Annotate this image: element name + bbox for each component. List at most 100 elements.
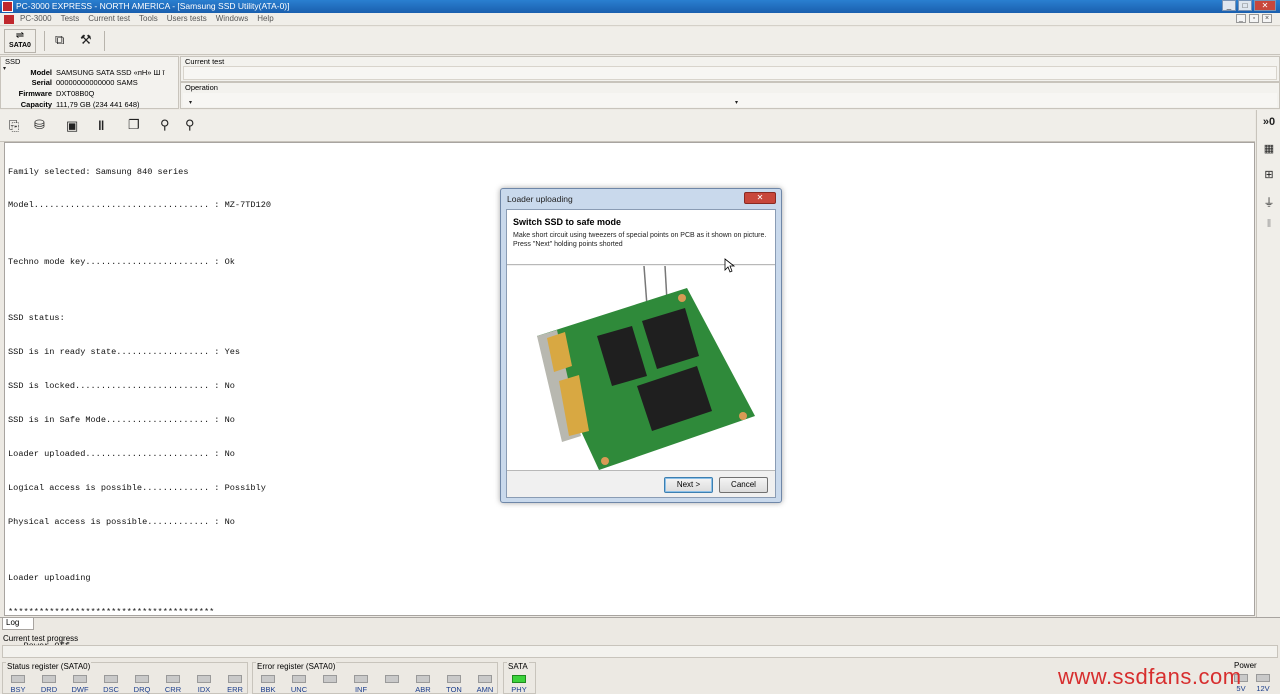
menu-pc3000[interactable]: PC-3000 (20, 14, 52, 23)
save-icon[interactable]: ▣ (66, 119, 78, 133)
dialog-heading: Switch SSD to safe mode (513, 217, 622, 227)
error-led (323, 675, 337, 683)
menu-current-test[interactable]: Current test (88, 14, 130, 23)
toolbar-separator (44, 31, 45, 51)
tab-log[interactable]: Log (2, 618, 34, 630)
status-led-label: DRQ (133, 685, 151, 694)
tab-strip (0, 617, 1280, 618)
open-icon[interactable]: ⎘ (9, 119, 19, 133)
ssd-serial-row: Serial 00000000000000 SAMS (1, 78, 138, 87)
menu-bar: PC-3000 Tests Current test Tools Users t… (0, 13, 1280, 26)
mdi-minimize-button[interactable]: _ (1236, 14, 1246, 23)
error-led (261, 675, 275, 683)
log-line: Physical access is possible............ … (8, 516, 235, 527)
ssd-model-value: SAMSUNG SATA SSD «пН» Ш ī (56, 68, 165, 77)
error-led-label: TON (446, 685, 462, 694)
chip-icon[interactable]: ▦ (1259, 142, 1279, 155)
menu-windows[interactable]: Windows (216, 14, 248, 23)
pause-icon[interactable]: ǁ (98, 119, 104, 133)
log-text: Family selected: Samsung 840 series Mode… (8, 144, 271, 675)
error-led (478, 675, 492, 683)
error-led (385, 675, 399, 683)
power-led-label: 12V (1256, 684, 1270, 693)
app-icon (2, 1, 13, 12)
status-led-label: DRD (40, 685, 58, 694)
log-line: SSD is locked.......................... … (8, 381, 235, 392)
status-led-label: CRR (164, 685, 182, 694)
ssd-serial-key: Serial (31, 78, 52, 87)
status-led (166, 675, 180, 683)
sata-port-label: SATA0 (9, 42, 31, 49)
tweezer-wire (643, 265, 648, 307)
log-line: SSD status: (8, 313, 65, 324)
error-led-label: UNC (290, 685, 308, 694)
save-disk-icon[interactable]: ⛁ (34, 118, 45, 132)
tools-icon[interactable]: ⚒ (80, 33, 92, 47)
operation-select[interactable]: ▾ ▾ (183, 93, 1277, 107)
cancel-button[interactable]: Cancel (719, 477, 768, 493)
sata-port-button[interactable]: ⇌ SATA0 (4, 29, 36, 53)
plug-icon[interactable]: ⏚ (1259, 194, 1279, 210)
power-led (1256, 674, 1270, 682)
ssd-panel-title: SSD (5, 57, 21, 66)
error-led-label: INF (354, 685, 368, 694)
current-test-field (183, 66, 1277, 80)
dialog-body: Switch SSD to safe mode Make short circu… (506, 209, 776, 498)
dialog-close-button[interactable]: ✕ (744, 192, 776, 204)
mdi-restore-button[interactable]: ▫ (1249, 14, 1259, 23)
ssd-pcb-image (537, 265, 755, 470)
status-register-title: Status register (SATA0) (6, 662, 92, 671)
pause-icon[interactable]: ǁ (1259, 218, 1279, 230)
search-next-icon[interactable]: ⚲ (185, 118, 195, 132)
error-led-label: BBK (260, 685, 276, 694)
status-led (42, 675, 56, 683)
copy-icon[interactable]: ❐ (128, 118, 140, 132)
current-test-label: Current test (185, 57, 225, 66)
maximize-button[interactable]: □ (1238, 0, 1252, 11)
status-led (197, 675, 211, 683)
search-icon[interactable]: ⚲ (160, 118, 170, 132)
ssd-capacity-key: Capacity (20, 100, 52, 109)
status-led-label: ERR (227, 685, 243, 694)
mount-hole (601, 457, 609, 465)
watermark: www.ssdfans.com (1058, 664, 1242, 689)
chevron-down-icon: ▾ (735, 100, 739, 106)
error-register-title: Error register (SATA0) (256, 662, 337, 671)
app-menu-icon[interactable] (4, 15, 14, 24)
dialog-description: Make short circuit using tweezers of spe… (513, 232, 767, 248)
circuit-icon[interactable]: ⊞ (1259, 168, 1279, 181)
loader-uploading-dialog: Loader uploading ✕ Switch SSD to safe mo… (500, 188, 782, 503)
error-led-label: ABR (415, 685, 431, 694)
progress-label: Current test progress (3, 634, 79, 643)
log-line: Family selected: Samsung 840 series (8, 166, 189, 177)
sata-title: SATA (507, 662, 529, 671)
toolbar-separator (104, 31, 105, 51)
sata-register: SATA PHY (503, 662, 536, 694)
log-line: Logical access is possible............. … (8, 482, 266, 493)
status-led-label: IDX (197, 685, 211, 694)
window-title: PC-3000 EXPRESS - NORTH AMERICA - [Samsu… (16, 1, 290, 11)
error-led (292, 675, 306, 683)
ssd-serial-value: 00000000000000 SAMS (56, 78, 138, 87)
mount-hole (739, 412, 747, 420)
menu-help[interactable]: Help (257, 14, 273, 23)
next-button[interactable]: Next > (664, 477, 713, 493)
status-led-label: DWF (71, 685, 89, 694)
dialog-title: Loader uploading (507, 194, 573, 204)
mdi-close-button[interactable]: × (1262, 14, 1272, 23)
read-icon[interactable]: »0 (1259, 116, 1279, 128)
ssd-firmware-key: Firmware (18, 89, 52, 98)
copy-windows-icon[interactable]: ⧉ (55, 33, 64, 47)
chevron-down-icon: ▾ (189, 100, 193, 106)
menu-tests[interactable]: Tests (61, 14, 80, 23)
menu-tools[interactable]: Tools (139, 14, 158, 23)
status-register: Status register (SATA0) BSY DRD DWF DSC DRQ C… (2, 662, 248, 694)
minimize-button[interactable]: _ (1222, 0, 1236, 11)
status-led (11, 675, 25, 683)
log-line: Loader uploading (8, 573, 91, 584)
sata-port-icon: ⇌ (15, 30, 25, 41)
log-line: Loader uploaded........................ … (8, 449, 235, 460)
close-button[interactable]: ✕ (1254, 0, 1276, 11)
status-led (104, 675, 118, 683)
menu-users-tests[interactable]: Users tests (167, 14, 207, 23)
